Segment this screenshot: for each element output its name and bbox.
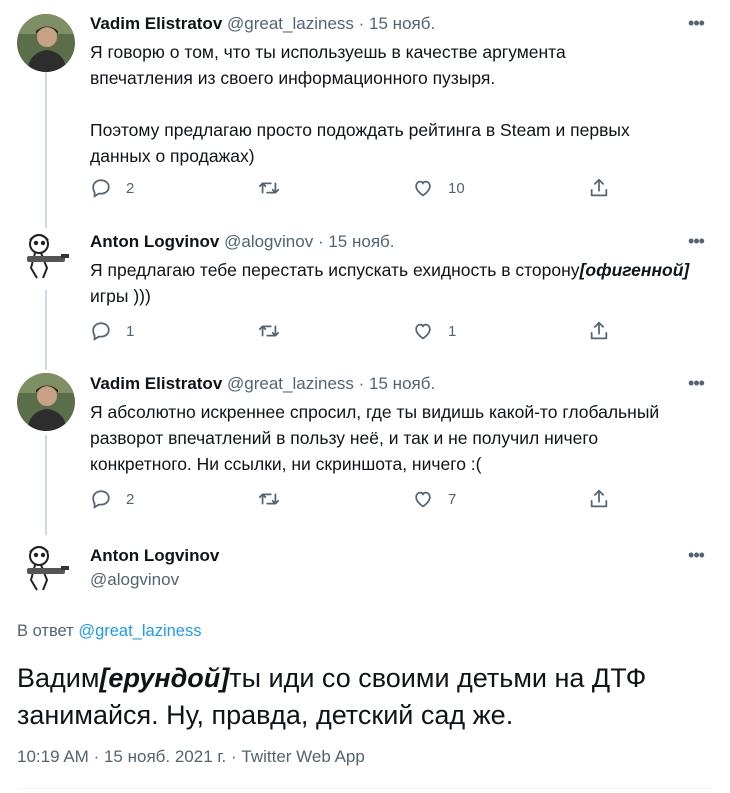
more-dots-icon[interactable]: ••• [684, 374, 708, 396]
tweet[interactable]: Vadim Elistratov @great_laziness · 15 но… [0, 10, 730, 210]
like-count: 1 [448, 322, 457, 340]
like-button[interactable]: 7 [412, 488, 456, 510]
avatar[interactable] [17, 14, 75, 72]
tweet[interactable]: Anton Logvinov @alogvinov · 15 нояб. •••… [0, 228, 730, 358]
tweet-header: Anton Logvinov @alogvinov · 15 нояб. [90, 231, 394, 253]
tweet-source[interactable]: Twitter Web App [241, 747, 364, 766]
avatar-photo [17, 373, 75, 431]
author-handle[interactable]: @great_laziness [227, 374, 354, 393]
author-name[interactable]: Vadim Elistratov [90, 374, 222, 393]
tweet-meta: 10:19 AM · 15 нояб. 2021 г. · Twitter We… [17, 747, 365, 767]
like-count: 10 [448, 179, 465, 197]
tweet-text-part: Вадим [17, 663, 100, 693]
avatar-photo [17, 14, 75, 72]
share-button[interactable] [588, 488, 610, 510]
avatar[interactable] [17, 373, 75, 431]
heart-icon [415, 323, 431, 340]
tweet-actions: 1 1 [90, 320, 630, 346]
author-name[interactable]: Anton Logvinov [90, 546, 219, 565]
separator: · [358, 374, 365, 393]
tweet-text-insertion: [ерундой] [99, 663, 230, 693]
more-dots-icon[interactable]: ••• [684, 14, 708, 36]
reply-to-link[interactable]: @great_laziness [78, 622, 201, 640]
share-button[interactable] [588, 320, 610, 342]
reply-button[interactable]: 2 [90, 488, 134, 510]
share-icon [590, 489, 608, 508]
author-handle[interactable]: @great_laziness [227, 14, 354, 33]
retweet-icon [258, 325, 280, 337]
tweet-header: Vadim Elistratov @great_laziness · 15 но… [90, 373, 435, 395]
reply-label: В ответ [17, 622, 74, 640]
separator: · [230, 747, 237, 766]
avatar[interactable] [17, 228, 75, 286]
tweet-full-date[interactable]: 15 нояб. 2021 г. [104, 747, 226, 766]
reply-button[interactable]: 2 [90, 177, 134, 199]
tweet-actions: 2 7 [90, 488, 630, 514]
share-icon [590, 178, 608, 197]
separator: · [93, 747, 100, 766]
reply-button[interactable]: 1 [90, 320, 134, 342]
retweet-icon [258, 182, 280, 194]
retweet-button[interactable] [258, 488, 280, 510]
reply-bubble-icon [92, 179, 110, 198]
reply-bubble-icon [92, 322, 110, 341]
retweet-button[interactable] [258, 177, 280, 199]
tweet[interactable]: Vadim Elistratov @great_laziness · 15 но… [0, 373, 730, 523]
main-author-name-row: Anton Logvinov [90, 545, 219, 567]
heart-icon [415, 491, 431, 508]
author-name[interactable]: Anton Logvinov [90, 232, 219, 251]
reply-count: 2 [126, 179, 135, 197]
tweet-header: Vadim Elistratov @great_laziness · 15 но… [90, 13, 435, 35]
avatar-drawing [17, 228, 75, 286]
divider [17, 788, 713, 789]
retweet-icon [258, 493, 280, 505]
reply-context: В ответ @great_laziness [17, 622, 201, 641]
share-button[interactable] [588, 177, 610, 199]
reply-bubble-icon [92, 490, 110, 509]
tweet-text-part: игры ))) [90, 286, 151, 306]
like-button[interactable]: 1 [412, 320, 456, 342]
avatar[interactable] [17, 540, 75, 598]
tweet-actions: 2 10 [90, 177, 630, 203]
author-name[interactable]: Vadim Elistratov [90, 14, 222, 33]
heart-icon [415, 180, 431, 197]
tweet-text-insertion: [офигенной] [579, 260, 690, 280]
retweet-button[interactable] [258, 320, 280, 342]
tweet-text: Я предлагаю тебе перестать испускать ехи… [90, 257, 715, 309]
like-count: 7 [448, 490, 457, 508]
tweet-time[interactable]: 10:19 AM [17, 747, 89, 766]
tweet-text: Я абсолютно искреннее спросил, где ты ви… [90, 402, 660, 474]
more-dots-icon[interactable]: ••• [684, 232, 708, 254]
tweet-date[interactable]: 15 нояб. [369, 14, 435, 33]
tweet-text: Я говорю о том, что ты используешь в кач… [90, 42, 630, 166]
separator: · [358, 14, 365, 33]
main-author-handle-row: @alogvinov [90, 569, 179, 591]
author-handle[interactable]: @alogvinov [90, 570, 179, 589]
main-tweet-text: Вадим[ерундой]ты иди со своими детьми на… [17, 660, 717, 734]
like-button[interactable]: 10 [412, 177, 465, 199]
reply-count: 2 [126, 490, 135, 508]
author-handle[interactable]: @alogvinov [224, 232, 313, 251]
avatar-drawing [17, 540, 75, 598]
separator: · [317, 232, 324, 251]
tweet-date[interactable]: 15 нояб. [328, 232, 394, 251]
tweet-date[interactable]: 15 нояб. [369, 374, 435, 393]
reply-count: 1 [126, 322, 135, 340]
share-icon [590, 321, 608, 340]
tweet-text-part: Я предлагаю тебе перестать испускать ехи… [90, 260, 580, 280]
more-dots-icon[interactable]: ••• [684, 546, 708, 568]
